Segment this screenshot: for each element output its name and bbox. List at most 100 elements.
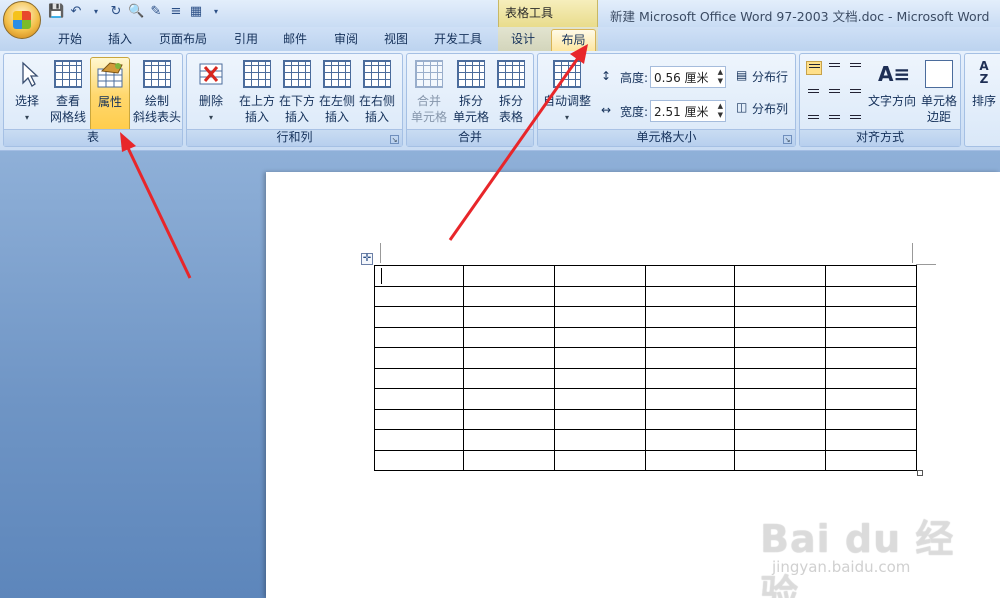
split-table-button[interactable]: 拆分 表格 (491, 57, 531, 127)
align-middle-right-button[interactable] (848, 85, 864, 99)
insert-above-button[interactable]: 在上方 插入 (237, 57, 277, 127)
draw-diagonal-header-button[interactable]: 绘制 斜线表头 (132, 57, 182, 127)
table-cell[interactable] (734, 429, 826, 451)
split-cells-button[interactable]: 拆分 单元格 (451, 57, 491, 127)
table-cell[interactable] (825, 449, 917, 471)
undo-icon[interactable]: ↶ (68, 4, 84, 20)
table-cell[interactable] (463, 326, 555, 348)
table-cell[interactable] (825, 326, 917, 348)
align-top-right-button[interactable] (848, 61, 864, 75)
table-cell[interactable] (645, 306, 735, 328)
table-cell[interactable] (554, 347, 646, 369)
print-preview-icon[interactable]: 🔍 (128, 4, 144, 20)
insert-below-button[interactable]: 在下方 插入 (277, 57, 317, 127)
table-cell[interactable] (645, 429, 735, 451)
table-cell[interactable] (734, 306, 826, 328)
office-button[interactable] (3, 1, 41, 39)
table-cell[interactable] (825, 408, 917, 430)
align-top-left-button[interactable] (806, 61, 822, 75)
customize-qat-icon[interactable]: ▾ (208, 4, 224, 20)
table-cell[interactable] (374, 388, 464, 410)
tab-references[interactable]: 引用 (226, 29, 266, 51)
table-cell[interactable] (825, 367, 917, 389)
insert-right-button[interactable]: 在右侧 插入 (357, 57, 397, 127)
table-cell[interactable] (734, 285, 826, 307)
width-spinner[interactable]: 2.51 厘米 ▲ ▼ (650, 100, 726, 122)
table-resize-handle[interactable] (917, 470, 923, 476)
table-cell[interactable] (463, 306, 555, 328)
table-cell[interactable] (374, 449, 464, 471)
table-move-handle-icon[interactable]: ✛ (361, 253, 373, 265)
table-cell[interactable] (734, 347, 826, 369)
tab-view[interactable]: 视图 (376, 29, 416, 51)
height-spin-arrows-icon[interactable]: ▲ ▼ (718, 68, 723, 86)
properties-button[interactable]: 属性 (90, 57, 130, 133)
tab-design[interactable]: 设计 (503, 29, 543, 51)
table-icon[interactable]: ▦ (188, 4, 204, 20)
tab-insert[interactable]: 插入 (100, 29, 140, 51)
table-cell[interactable] (554, 449, 646, 471)
table-cell[interactable] (734, 449, 826, 471)
table-cell[interactable] (463, 367, 555, 389)
table-cell[interactable] (374, 347, 464, 369)
align-middle-center-button[interactable] (827, 85, 843, 99)
table-cell[interactable] (825, 306, 917, 328)
table-cell[interactable] (645, 285, 735, 307)
table-cell[interactable] (825, 265, 917, 287)
select-button[interactable]: 选择 ▾ (8, 57, 46, 127)
table-cell[interactable] (554, 326, 646, 348)
table-cell[interactable] (645, 449, 735, 471)
table-cell[interactable] (645, 265, 735, 287)
delete-button[interactable]: 删除 ▾ (191, 57, 231, 127)
table-cell[interactable] (374, 265, 464, 287)
merge-cells-button[interactable]: 合并 单元格 (409, 57, 449, 127)
edit-icon[interactable]: ✎ (148, 4, 164, 20)
table-cell[interactable] (734, 388, 826, 410)
text-direction-button[interactable]: A≡ 文字方向 (866, 57, 918, 127)
table-cell[interactable] (463, 388, 555, 410)
tab-page-layout[interactable]: 页面布局 (153, 29, 213, 51)
table-cell[interactable] (554, 429, 646, 451)
table-cell[interactable] (645, 408, 735, 430)
table-cell[interactable] (554, 265, 646, 287)
table-cell[interactable] (645, 347, 735, 369)
table-cell[interactable] (825, 285, 917, 307)
table-cell[interactable] (463, 408, 555, 430)
table-cell[interactable] (463, 265, 555, 287)
align-middle-left-button[interactable] (806, 85, 822, 99)
cell-margins-button[interactable]: 单元格 边距 (918, 57, 960, 127)
table-cell[interactable] (374, 326, 464, 348)
table-cell[interactable] (554, 306, 646, 328)
table-cell[interactable] (734, 367, 826, 389)
table-cell[interactable] (645, 367, 735, 389)
height-spinner[interactable]: 0.56 厘米 ▲ ▼ (650, 66, 726, 88)
table-cell[interactable] (554, 285, 646, 307)
table-cell[interactable] (825, 347, 917, 369)
table-cell[interactable] (374, 429, 464, 451)
table-grid[interactable] (374, 265, 917, 471)
table-cell[interactable] (374, 306, 464, 328)
table-cell[interactable] (374, 285, 464, 307)
tab-review[interactable]: 审阅 (326, 29, 366, 51)
width-spin-arrows-icon[interactable]: ▲ ▼ (718, 102, 723, 120)
rows-columns-launcher-icon[interactable]: ↘ (390, 135, 399, 144)
table-cell[interactable] (463, 449, 555, 471)
cell-size-launcher-icon[interactable]: ↘ (783, 135, 792, 144)
tab-developer[interactable]: 开发工具 (428, 29, 488, 51)
tab-layout[interactable]: 布局 (551, 29, 596, 51)
table-cell[interactable] (554, 388, 646, 410)
align-top-center-button[interactable] (827, 61, 843, 75)
table-cell[interactable] (645, 388, 735, 410)
table-cell[interactable] (825, 429, 917, 451)
table-cell[interactable] (374, 367, 464, 389)
table-cell[interactable] (734, 265, 826, 287)
autofit-button[interactable]: 自动调整 ▾ (542, 57, 592, 127)
document-table[interactable] (374, 265, 917, 471)
view-gridlines-button[interactable]: 查看 网格线 (48, 57, 88, 127)
tab-home[interactable]: 开始 (50, 29, 90, 51)
table-cell[interactable] (734, 408, 826, 430)
align-bottom-right-button[interactable] (848, 109, 864, 123)
table-cell[interactable] (554, 367, 646, 389)
redo-icon[interactable]: ↻ (108, 4, 124, 20)
tab-mailings[interactable]: 邮件 (275, 29, 315, 51)
